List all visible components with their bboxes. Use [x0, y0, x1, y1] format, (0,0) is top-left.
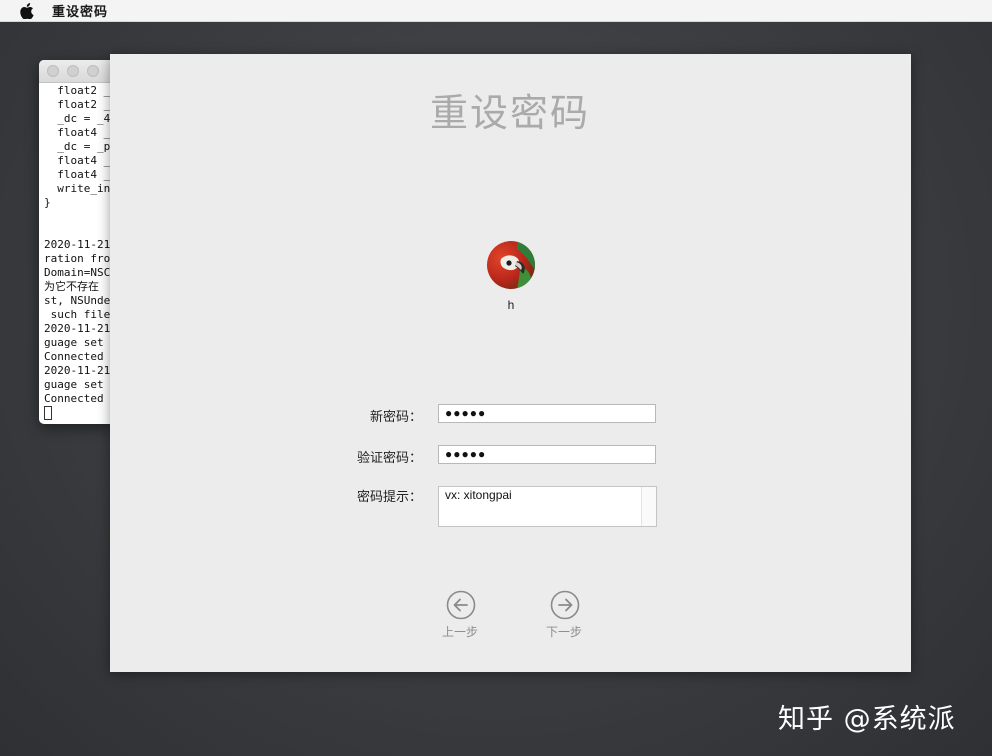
watermark-text: 知乎 @系统派 — [778, 704, 956, 735]
back-button-label: 上一步 — [441, 625, 478, 639]
terminal-line: 2020-11-21 — [44, 364, 111, 377]
terminal-line: float4 _ — [44, 154, 111, 167]
arrow-right-circle-icon — [550, 590, 580, 620]
zoom-window-icon[interactable] — [87, 65, 99, 77]
terminal-cursor — [44, 406, 119, 420]
close-window-icon[interactable] — [47, 65, 59, 77]
page-title: 重设密码 — [429, 91, 590, 135]
terminal-line: float2 _ — [44, 84, 111, 97]
terminal-line: st, NSUnde — [44, 294, 111, 307]
terminal-window[interactable]: float2 _ float2 _ _dc = _4 float4 _ _dc … — [39, 60, 119, 424]
terminal-line: 2020-11-21 — [44, 322, 111, 335]
menu-bar: 重设密码 — [0, 0, 992, 22]
terminal-line: Connected — [44, 350, 104, 363]
terminal-line: Connected — [44, 392, 104, 405]
next-button-label: 下一步 — [545, 625, 582, 639]
verify-password-label: 验证密码： — [356, 451, 422, 466]
terminal-line: ration fro — [44, 252, 111, 265]
reset-password-panel: 重设密码 h 新密码： ●●●●● 验证密码： ●●●●● 密码提示： vx: … — [110, 54, 911, 672]
new-password-field[interactable]: ●●●●● — [438, 404, 656, 423]
back-button[interactable]: 上一步 — [430, 590, 490, 640]
menu-app-title[interactable]: 重设密码 — [52, 1, 108, 20]
next-button[interactable]: 下一步 — [534, 590, 594, 640]
verify-password-field[interactable]: ●●●●● — [438, 445, 656, 464]
minimize-window-icon[interactable] — [67, 65, 79, 77]
terminal-line: such file — [44, 308, 111, 321]
terminal-line: float4 _ — [44, 126, 111, 139]
password-hint-field[interactable]: vx: xitongpai — [438, 486, 657, 527]
terminal-line: 为它不存在 — [44, 280, 99, 293]
terminal-line: } — [44, 196, 51, 209]
parrot-avatar-icon — [487, 241, 535, 289]
terminal-titlebar — [39, 60, 119, 83]
terminal-line: 2020-11-21 — [44, 238, 111, 251]
password-hint-scrollbar[interactable] — [641, 487, 656, 526]
apple-menu-icon[interactable] — [19, 2, 35, 19]
new-password-label: 新密码： — [369, 410, 422, 425]
terminal-output: float2 _ float2 _ _dc = _4 float4 _ _dc … — [44, 84, 119, 420]
terminal-line: _dc = _4 — [44, 112, 111, 125]
username-label: h — [507, 298, 515, 312]
password-hint-label: 密码提示： — [356, 490, 422, 505]
terminal-line: guage set — [44, 378, 104, 391]
terminal-line: float2 _ — [44, 98, 111, 111]
terminal-line: write_in — [44, 182, 111, 195]
arrow-left-circle-icon — [446, 590, 476, 620]
user-avatar[interactable] — [487, 241, 535, 289]
password-hint-text: vx: xitongpai — [445, 488, 512, 502]
terminal-line: Domain=NSC — [44, 266, 111, 279]
terminal-line: _dc = _p — [44, 140, 111, 153]
terminal-line: float4 _ — [44, 168, 111, 181]
terminal-line: guage set — [44, 336, 104, 349]
